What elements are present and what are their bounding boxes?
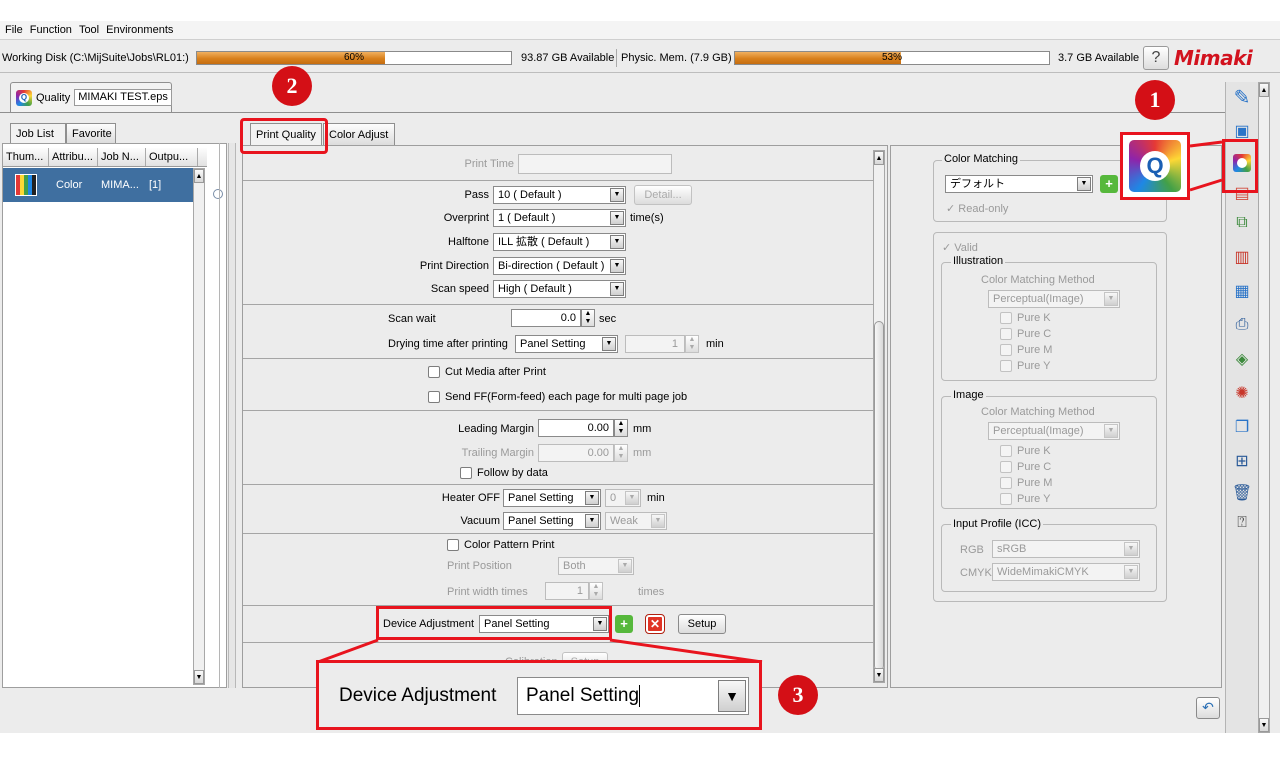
callout-device-adjustment-select: Panel Setting ▼: [517, 677, 749, 715]
connector-line-3a: [317, 638, 379, 664]
connector-line-1b: [1189, 140, 1223, 148]
chevron-down-icon: ▼: [718, 680, 746, 712]
text-cursor: [639, 684, 641, 707]
callout-device-adjustment-value: Panel Setting: [526, 685, 640, 706]
step-badge-3: 3: [778, 675, 818, 715]
callout-device-adjustment: Device Adjustment Panel Setting ▼: [316, 660, 762, 730]
callout-device-adjustment-label: Device Adjustment: [339, 685, 497, 706]
connector-line-1a: [1189, 178, 1223, 192]
connector-line-3b: [609, 638, 763, 664]
